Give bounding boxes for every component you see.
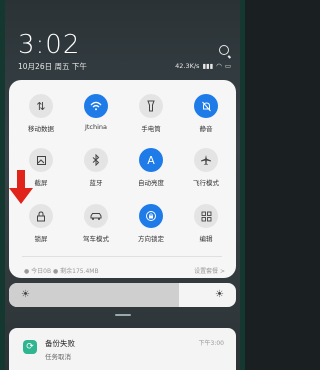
bezel-right — [240, 0, 245, 370]
tile-auto-brightness[interactable]: A 自动亮度 — [126, 148, 176, 187]
tile-lock-screen[interactable]: 锁屏 — [16, 204, 66, 243]
tile-label: 静音 — [199, 125, 213, 133]
battery-icon: ▭ — [224, 62, 231, 70]
rotation-lock-icon — [139, 204, 163, 228]
tile-wifi[interactable]: Jtchina — [71, 94, 121, 131]
divider — [22, 256, 222, 257]
brightness-fill — [9, 283, 180, 307]
tile-edit[interactable]: 编辑 — [181, 204, 231, 243]
airplane-icon — [194, 148, 218, 172]
grid-icon — [194, 204, 218, 228]
mobile-data-icon: ⇅ — [29, 94, 53, 118]
tile-bluetooth[interactable]: 蓝牙 — [71, 148, 121, 187]
tile-label: Jtchina — [84, 123, 108, 131]
tile-flashlight[interactable]: 手电筒 — [126, 94, 176, 133]
tile-label: 编辑 — [199, 235, 213, 243]
tile-silent[interactable]: 静音 — [181, 94, 231, 133]
flashlight-icon — [139, 94, 163, 118]
brightness-low-icon: ☀ — [21, 289, 30, 300]
wifi-icon — [84, 94, 108, 118]
backup-icon: ⟳ — [23, 340, 37, 354]
tile-airplane[interactable]: 飞行模式 — [181, 148, 231, 187]
date-label: 10月26日 周五 下午 — [18, 62, 87, 71]
set-plan-link[interactable]: 设置套餐 > — [194, 266, 225, 275]
tile-label: 锁屏 — [34, 235, 48, 243]
tile-driving-mode[interactable]: 驾车模式 — [71, 204, 121, 243]
control-panel: ⇅ 移动数据 Jtchina 手电筒 静音 截屏 蓝牙 A 自动亮度 飞行模式 … — [9, 80, 236, 278]
bluetooth-icon — [84, 148, 108, 172]
red-arrow-down-icon — [9, 170, 33, 204]
notification-time: 下午3:00 — [198, 340, 224, 347]
screenshot-icon — [29, 148, 53, 172]
data-usage-text: ● 今日0B ● 剩余175.4MB — [24, 268, 99, 275]
tile-label: 蓝牙 — [89, 179, 103, 187]
notification-subtitle: 任务取消 — [45, 353, 71, 361]
tile-label: 方向锁定 — [138, 235, 164, 243]
brightness-high-icon: ☀ — [215, 289, 224, 300]
tile-label: 手电筒 — [141, 125, 161, 133]
panel-handle[interactable] — [115, 314, 131, 316]
clock: 3:02 — [18, 30, 81, 60]
bezel-left — [0, 0, 5, 370]
notification-card[interactable]: ⟳ 备份失败 任务取消 下午3:00 — [9, 328, 236, 370]
lock-icon — [29, 204, 53, 228]
wifi-icon: ◠ — [216, 62, 222, 70]
auto-brightness-icon: A — [139, 148, 163, 172]
bell-off-icon — [194, 94, 218, 118]
signal-icon: ▮▮▮ — [202, 62, 214, 70]
notification-title: 备份失败 — [45, 339, 75, 348]
net-speed: 42.3K/s — [175, 62, 200, 70]
tile-mobile-data[interactable]: ⇅ 移动数据 — [16, 94, 66, 133]
tile-label: 飞行模式 — [193, 179, 219, 187]
status-icons: 42.3K/s ▮▮▮ ◠ ▭ — [175, 62, 231, 70]
car-icon — [84, 204, 108, 228]
settings-gear-icon[interactable] — [219, 45, 229, 55]
tile-label: 驾车模式 — [83, 235, 109, 243]
brightness-slider[interactable]: ☀ ☀ — [9, 283, 236, 307]
tile-label: 移动数据 — [28, 125, 54, 133]
tile-rotation-lock[interactable]: 方向锁定 — [126, 204, 176, 243]
tile-label: 自动亮度 — [138, 179, 164, 187]
